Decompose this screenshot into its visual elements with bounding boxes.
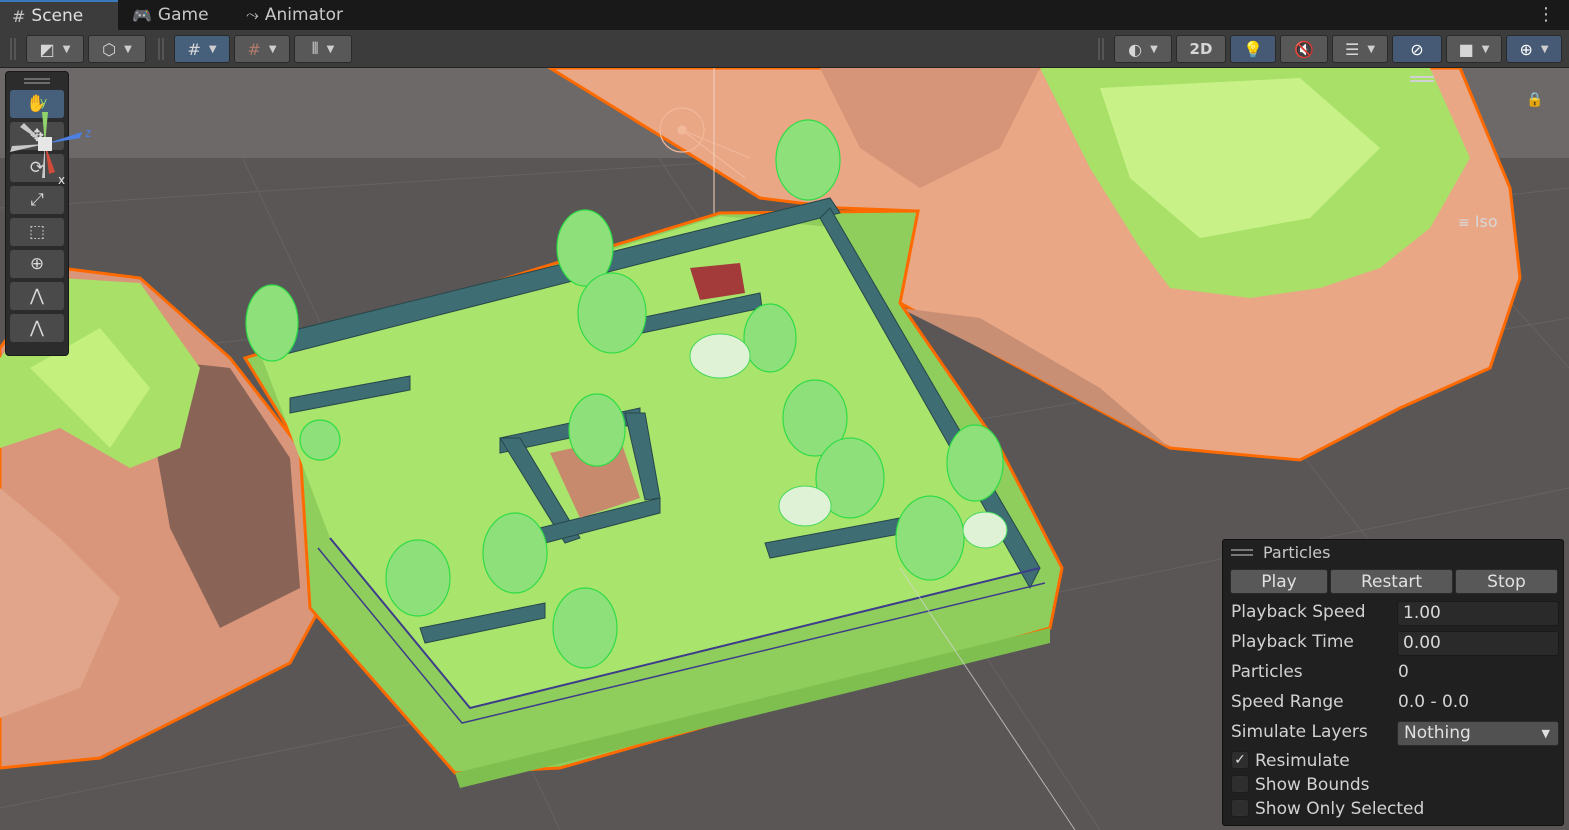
drag-handle-icon bbox=[1231, 549, 1253, 556]
speed-range-value: 0.0 - 0.0 bbox=[1398, 692, 1470, 712]
mute-icon: 🔇 bbox=[1294, 39, 1314, 59]
menu-icon: ≡ bbox=[1458, 215, 1470, 231]
render-mode-dropdown[interactable]: ⬡ ▼ bbox=[88, 35, 146, 63]
simulate-layers-label: Simulate Layers bbox=[1231, 722, 1368, 742]
speed-range-label: Speed Range bbox=[1231, 692, 1344, 712]
playback-speed-label: Playback Speed bbox=[1231, 602, 1366, 622]
playback-time-label: Playback Time bbox=[1231, 632, 1354, 652]
toolbar-grip[interactable] bbox=[10, 38, 16, 60]
custom-tool-button[interactable]: ⋀ bbox=[10, 282, 64, 310]
grid-visibility-dropdown[interactable]: ⦀ ▼ bbox=[294, 35, 352, 63]
restart-button[interactable]: Restart bbox=[1330, 569, 1453, 594]
simulate-layers-value: Nothing bbox=[1404, 723, 1471, 743]
grid-icon: # bbox=[12, 6, 26, 26]
tab-scene[interactable]: # Scene bbox=[0, 0, 118, 30]
chevron-down-icon: ▼ bbox=[208, 43, 217, 55]
increment-snap-button[interactable]: # ▼ bbox=[234, 35, 290, 63]
scene-orientation-gizmo[interactable]: y z x bbox=[0, 92, 105, 197]
toggle-2d-button[interactable]: 2D bbox=[1176, 35, 1226, 63]
rect-icon: ⬚ bbox=[28, 222, 46, 242]
camera-mode-dropdown[interactable]: ◐ ▼ bbox=[1114, 35, 1172, 63]
custom-tool-button-2[interactable]: ⋀ bbox=[10, 314, 64, 342]
more-options-icon[interactable]: ⋮ bbox=[1537, 4, 1555, 25]
gizmo-x-label: x bbox=[58, 173, 65, 187]
draw-mode-dropdown[interactable]: ◩ ▼ bbox=[26, 35, 84, 63]
gizmos-dropdown[interactable]: ⊕ ▼ bbox=[1506, 35, 1562, 63]
particles-count-label: Particles bbox=[1231, 662, 1303, 682]
projection-toggle[interactable]: ≡ Iso bbox=[1458, 212, 1498, 231]
chevron-down-icon: ▼ bbox=[62, 43, 71, 55]
chevron-down-icon: ▼ bbox=[1367, 43, 1376, 55]
gamepad-icon: 🎮 bbox=[132, 5, 152, 25]
chevron-down-icon: ▼ bbox=[268, 43, 277, 55]
grid-snapping-button[interactable]: # ▼ bbox=[174, 35, 230, 63]
audio-toggle[interactable]: 🔇 bbox=[1280, 35, 1328, 63]
light-bulb-icon: 💡 bbox=[1243, 39, 1263, 59]
grid-lines-icon: ⦀ bbox=[311, 39, 319, 58]
particles-title: Particles bbox=[1263, 543, 1331, 562]
chevron-down-icon: ▼ bbox=[1540, 43, 1549, 55]
chevron-down-icon: ▼ bbox=[326, 43, 335, 55]
gizmo-z-label: z bbox=[85, 126, 91, 140]
lock-icon[interactable]: 🔒 bbox=[1526, 92, 1543, 108]
tab-scene-label: Scene bbox=[31, 6, 84, 26]
stop-button[interactable]: Stop bbox=[1455, 569, 1558, 594]
transform-icon: ⊕ bbox=[29, 254, 45, 274]
chevron-down-icon: ▼ bbox=[1481, 43, 1490, 55]
camera-icon: ■ bbox=[1458, 39, 1474, 59]
toolbar-grip[interactable] bbox=[1098, 38, 1104, 60]
projection-label: Iso bbox=[1474, 212, 1498, 231]
eye-off-icon: ⊘ bbox=[1410, 39, 1424, 59]
toolbar-grip[interactable] bbox=[158, 38, 164, 60]
playback-speed-field[interactable]: 1.00 bbox=[1397, 601, 1559, 626]
play-button[interactable]: Play bbox=[1230, 569, 1328, 594]
particles-overlay: Particles Play Restart Stop Playback Spe… bbox=[1222, 539, 1564, 826]
lighting-toggle[interactable]: 💡 bbox=[1230, 35, 1276, 63]
show-only-selected-checkbox[interactable] bbox=[1231, 799, 1249, 817]
transform-tool-button[interactable]: ⊕ bbox=[10, 250, 64, 278]
chevron-down-icon: ▼ bbox=[1150, 43, 1158, 55]
check-icon: ✓ bbox=[1234, 752, 1246, 768]
tools-palette-handle[interactable] bbox=[6, 72, 68, 90]
scene-visibility-toggle[interactable]: ⊘ bbox=[1392, 35, 1442, 63]
layers-icon: ☰ bbox=[1344, 39, 1360, 59]
tab-game[interactable]: 🎮 Game bbox=[128, 0, 233, 30]
grid-snap-icon: # bbox=[187, 39, 201, 59]
increment-snap-icon: # bbox=[247, 39, 261, 59]
show-bounds-label: Show Bounds bbox=[1255, 775, 1370, 795]
tab-bar: # Scene 🎮 Game ⤳ Animator ⋮ bbox=[0, 0, 1569, 30]
tab-animator[interactable]: ⤳ Animator bbox=[246, 0, 366, 30]
gizmo-menu-handle[interactable] bbox=[1410, 76, 1434, 82]
path-icon: ⋀ bbox=[30, 286, 44, 306]
sphere-icon: ◐ bbox=[1128, 39, 1143, 59]
particles-overlay-header[interactable]: Particles bbox=[1231, 543, 1330, 562]
tab-game-label: Game bbox=[157, 5, 209, 25]
scene-toolbar: ◩ ▼ ⬡ ▼ # ▼ # ▼ ⦀ ▼ ◐ ▼ 2D 💡 🔇 ☰ ▼ ⊘ ■ ▼ ⊕ ▼ bbox=[0, 30, 1569, 68]
show-bounds-checkbox[interactable] bbox=[1231, 775, 1249, 793]
chevron-down-icon: ▼ bbox=[124, 43, 132, 55]
playback-time-field[interactable]: 0.00 bbox=[1397, 631, 1559, 656]
resimulate-label: Resimulate bbox=[1255, 751, 1350, 771]
animator-icon: ⤳ bbox=[246, 5, 259, 24]
resimulate-checkbox[interactable]: ✓ bbox=[1231, 751, 1249, 769]
camera-settings-dropdown[interactable]: ■ ▼ bbox=[1446, 35, 1502, 63]
gizmo-y-label: y bbox=[40, 95, 47, 109]
shaded-icon: ◩ bbox=[39, 39, 55, 59]
simulate-layers-dropdown[interactable]: Nothing ▼ bbox=[1397, 721, 1559, 746]
cube-icon: ⬡ bbox=[102, 39, 117, 59]
path-icon: ⋀ bbox=[30, 318, 44, 338]
show-only-selected-label: Show Only Selected bbox=[1255, 799, 1425, 819]
gizmo-icon: ⊕ bbox=[1519, 39, 1533, 59]
chevron-down-icon: ▼ bbox=[1541, 727, 1550, 740]
tab-animator-label: Animator bbox=[264, 5, 343, 25]
particles-count-value: 0 bbox=[1398, 662, 1409, 682]
rect-tool-button[interactable]: ⬚ bbox=[10, 218, 64, 246]
effects-dropdown[interactable]: ☰ ▼ bbox=[1332, 35, 1388, 63]
